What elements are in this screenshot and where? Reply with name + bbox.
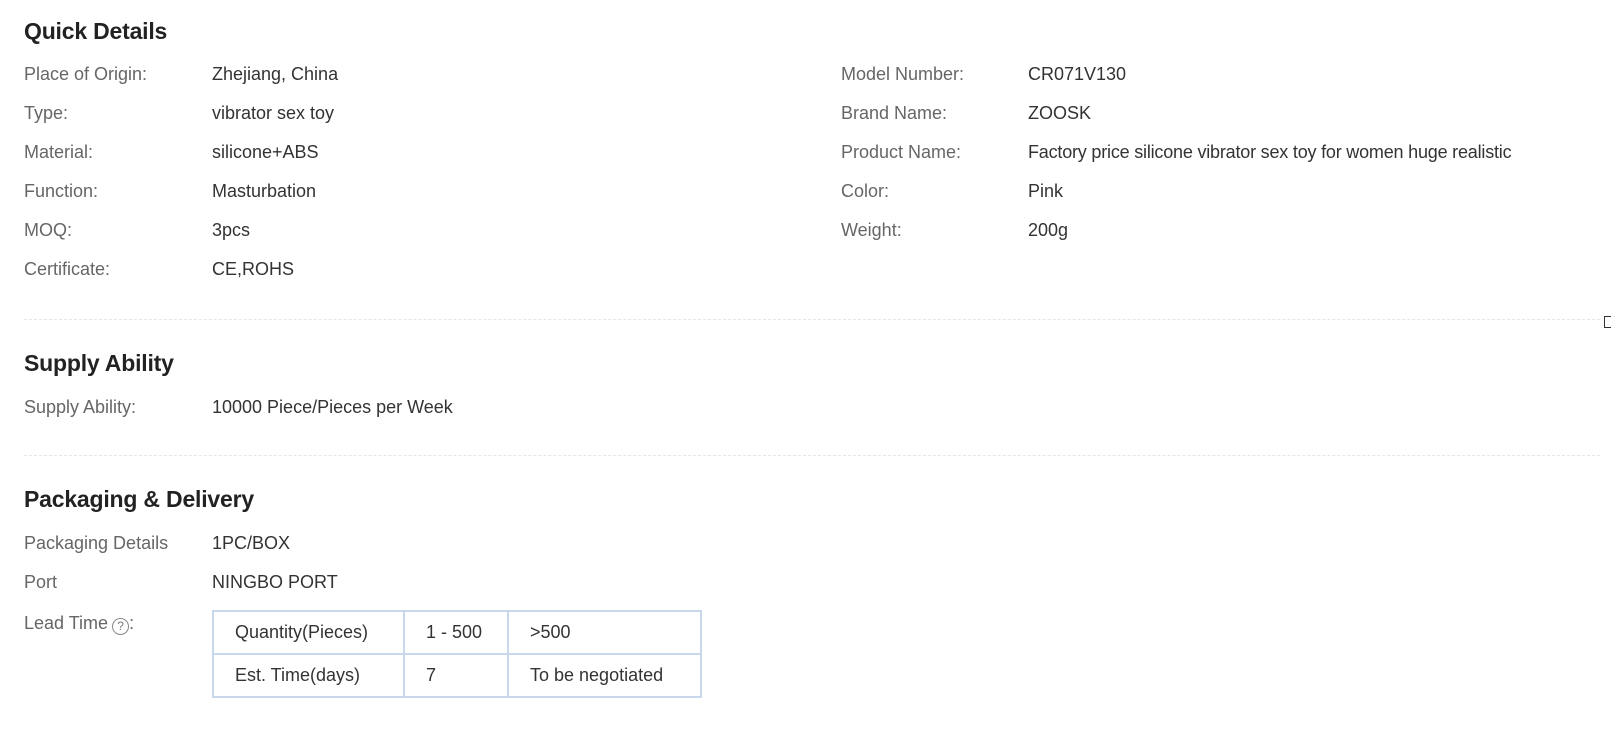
quick-details-title: Quick Details (24, 18, 168, 44)
detail-value: Factory price silicone vibrator sex toy … (1028, 142, 1512, 162)
table-row: Est. Time(days) 7 To be negotiated (212, 653, 702, 698)
detail-value: CR071V130 (1028, 64, 1127, 84)
detail-label: Certificate: (24, 259, 111, 279)
section-divider (24, 319, 1600, 320)
detail-row-supply-ability: Supply Ability: 10000 Piece/Pieces per W… (24, 395, 804, 419)
detail-row-certificate: Certificate: CE,ROHS (24, 257, 804, 281)
detail-row-material: Material: silicone+ABS (24, 140, 804, 164)
detail-label: Type: (24, 103, 69, 123)
detail-label: Packaging Details (24, 533, 169, 553)
detail-row-brand-name: Brand Name: ZOOSK (841, 101, 1601, 125)
detail-row-model-number: Model Number: CR071V130 (841, 62, 1601, 86)
detail-value: Pink (1028, 181, 1064, 201)
table-row: Quantity(Pieces) 1 - 500 >500 (212, 610, 702, 655)
packaging-delivery-title: Packaging & Delivery (24, 486, 254, 512)
detail-label: Product Name: (841, 142, 962, 162)
detail-value: 3pcs (212, 220, 251, 240)
detail-row-lead-time: Lead Time?: (24, 611, 204, 635)
detail-row-product-name: Product Name: Factory price silicone vib… (841, 140, 1601, 164)
detail-value: CE,ROHS (212, 259, 295, 279)
table-cell: 7 (403, 653, 509, 698)
detail-row-moq: MOQ: 3pcs (24, 218, 804, 242)
detail-row-place-of-origin: Place of Origin: Zhejiang, China (24, 62, 804, 86)
detail-value: ZOOSK (1028, 103, 1092, 123)
detail-value: 1PC/BOX (212, 533, 291, 553)
detail-value: NINGBO PORT (212, 572, 338, 592)
detail-row-weight: Weight: 200g (841, 218, 1601, 242)
lead-time-colon: : (129, 613, 135, 633)
lead-time-table: Quantity(Pieces) 1 - 500 >500 Est. Time(… (212, 610, 702, 698)
detail-label: Color: (841, 181, 890, 201)
detail-value: Zhejiang, China (212, 64, 339, 84)
detail-label: Brand Name: (841, 103, 948, 123)
detail-label: Supply Ability: (24, 397, 137, 417)
detail-label: Material: (24, 142, 94, 162)
detail-label: MOQ: (24, 220, 72, 240)
table-cell: >500 (507, 610, 702, 655)
table-cell: 1 - 500 (403, 610, 509, 655)
table-cell: Quantity(Pieces) (212, 610, 405, 655)
detail-label: Model Number: (841, 64, 965, 84)
detail-value: Masturbation (212, 181, 317, 201)
detail-row-function: Function: Masturbation (24, 179, 804, 203)
detail-value: 200g (1028, 220, 1069, 240)
detail-value: silicone+ABS (212, 142, 319, 162)
detail-label: Function: (24, 181, 99, 201)
detail-row-type: Type: vibrator sex toy (24, 101, 804, 125)
detail-label: Port (24, 572, 58, 592)
detail-label: Lead Time?: (24, 611, 134, 635)
detail-label: Place of Origin: (24, 64, 148, 84)
detail-row-color: Color: Pink (841, 179, 1601, 203)
detail-label: Weight: (841, 220, 902, 240)
detail-value: vibrator sex toy (212, 103, 335, 123)
edge-bracket-glyph (1604, 316, 1611, 328)
section-divider (24, 455, 1600, 456)
table-cell: To be negotiated (507, 653, 702, 698)
detail-value: 10000 Piece/Pieces per Week (212, 397, 453, 417)
detail-row-packaging-details: Packaging Details 1PC/BOX (24, 531, 804, 555)
lead-time-label: Lead Time (24, 613, 109, 633)
detail-row-port: Port NINGBO PORT (24, 570, 804, 594)
supply-ability-title: Supply Ability (24, 350, 174, 376)
question-circle-icon[interactable]: ? (112, 618, 130, 635)
table-cell: Est. Time(days) (212, 653, 405, 698)
